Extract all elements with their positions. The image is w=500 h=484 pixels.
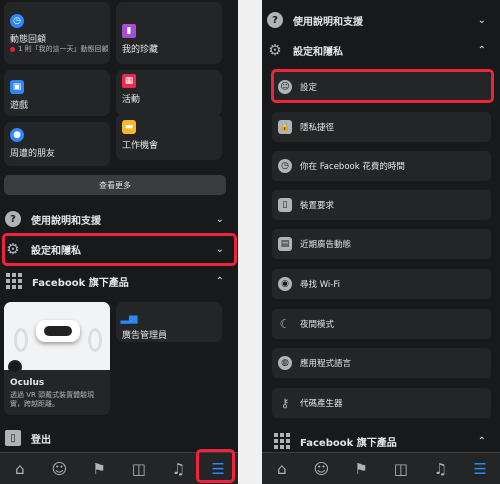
nearby-friends-icon: ● <box>10 128 24 142</box>
shortcut-sub: 1 則「我的這一天」動態回顧 <box>18 45 109 53</box>
shortcut-events[interactable]: ▦ 活動 <box>116 70 222 116</box>
help-support-row[interactable]: ? 使用說明和支援 ⌄ <box>0 205 238 233</box>
dark-mode-item[interactable]: ☾ 夜間模式 <box>272 309 491 339</box>
device-requests-item[interactable]: ▯ 裝置要求 <box>272 190 491 220</box>
logout-icon: ▯ <box>5 430 21 446</box>
gaming-icon[interactable]: ◫ <box>127 460 151 478</box>
highlight-box <box>196 449 235 483</box>
key-icon: ⚷ <box>280 396 290 410</box>
recent-ad-activity-item[interactable]: ▤ 近期廣告動態 <box>272 229 491 259</box>
highlight-box <box>271 69 494 103</box>
shortcut-nearby-friends[interactable]: ● 周遭的朋友 <box>4 122 110 166</box>
item-label: 裝置要求 <box>300 201 335 211</box>
grid-icon <box>6 273 22 289</box>
right-screen: ? 使用說明和支援 ⌄ ⚙ 設定和隱私 ⌃ ☺ 設定 🔒 隱私捷徑 ◷ 你在 F… <box>262 0 500 484</box>
help-support-row[interactable]: ? 使用說明和支援 ⌄ <box>262 6 500 34</box>
briefcase-icon: ▬ <box>122 120 136 134</box>
moon-icon: ☾ <box>279 317 291 331</box>
shortcut-label: 活動 <box>122 95 141 105</box>
shortcut-games[interactable]: ▣ 遊戲 <box>4 70 110 116</box>
grid-icon <box>274 433 290 449</box>
logout-label: 登出 <box>31 434 51 446</box>
ads-icon: ▤ <box>278 237 292 251</box>
item-label: 夜間模式 <box>300 320 335 330</box>
home-icon[interactable]: ⌂ <box>8 460 32 478</box>
chevron-down-icon: ⌄ <box>215 213 224 225</box>
gaming-icon[interactable]: ◫ <box>389 460 413 478</box>
item-label: 隱私捷徑 <box>300 123 335 133</box>
wifi-icon: ◉ <box>278 277 292 291</box>
code-generator-item[interactable]: ⚷ 代碼產生器 <box>272 388 491 418</box>
chevron-up-icon: ⌃ <box>477 435 486 447</box>
groups-icon[interactable]: ☺ <box>47 460 71 478</box>
bell-icon[interactable]: ♫ <box>428 460 452 478</box>
fb-products-label: Facebook 旗下產品 <box>32 277 129 289</box>
time-on-facebook-item[interactable]: ◷ 你在 Facebook 花費的時間 <box>272 151 491 181</box>
help-label: 使用說明和支援 <box>31 215 101 227</box>
settings-privacy-label: 設定和隱私 <box>293 46 343 58</box>
oculus-sub: 透過 VR 頭戴式裝置體驗現實，跨越距離。 <box>10 391 95 408</box>
oculus-image <box>4 302 110 370</box>
flag-icon[interactable]: ⚑ <box>349 460 373 478</box>
fb-products-label: Facebook 旗下產品 <box>300 437 397 449</box>
game-icon: ▣ <box>10 80 24 94</box>
menu-icon[interactable]: ☰ <box>468 460 492 478</box>
shortcut-memories[interactable]: ◷ 動態回顧 1 則「我的這一天」動態回顧 <box>4 2 110 64</box>
help-label: 使用說明和支援 <box>293 16 363 28</box>
oculus-title: Oculus <box>10 378 45 388</box>
privacy-shortcuts-item[interactable]: 🔒 隱私捷徑 <box>272 112 491 142</box>
shortcut-label: 遊戲 <box>10 101 29 111</box>
shortcut-saved[interactable]: ▮ 我的珍藏 <box>116 2 222 64</box>
shortcut-label: 周遭的朋友 <box>10 149 56 159</box>
shortcut-label: 我的珍藏 <box>122 45 159 55</box>
chevron-up-icon: ⌃ <box>477 44 486 56</box>
home-icon[interactable]: ⌂ <box>270 460 294 478</box>
oculus-logo <box>8 360 22 374</box>
item-label: 代碼產生器 <box>300 399 343 409</box>
fb-products-row[interactable]: Facebook 旗下產品 ⌃ <box>0 267 238 295</box>
shortcut-label: 工作機會 <box>122 141 159 151</box>
chevron-up-icon: ⌃ <box>215 275 224 287</box>
notification-dot <box>10 46 15 52</box>
item-label: 你在 Facebook 花費的時間 <box>300 162 405 172</box>
logout-row[interactable]: ▯ 登出 <box>0 424 238 452</box>
fb-products-row[interactable]: Facebook 旗下產品 ⌃ <box>262 427 500 455</box>
gear-icon: ⚙ <box>268 41 282 59</box>
divider <box>238 0 262 484</box>
highlight-box <box>2 233 237 266</box>
chevron-down-icon: ⌄ <box>477 14 486 26</box>
app-language-item[interactable]: ◍ 應用程式語言 <box>272 348 491 378</box>
question-icon: ? <box>5 211 21 227</box>
bottom-tab-bar: ⌂ ☺ ⚑ ◫ ♫ ☰ <box>262 452 500 484</box>
clock-icon: ◷ <box>10 14 24 28</box>
question-icon: ? <box>267 12 283 28</box>
clock-icon: ◷ <box>278 159 292 173</box>
item-label: 應用程式語言 <box>300 359 352 369</box>
bookmark-icon: ▮ <box>122 24 136 38</box>
shortcut-jobs[interactable]: ▬ 工作機會 <box>116 114 222 160</box>
lock-icon: 🔒 <box>278 120 292 134</box>
ads-manager-card[interactable]: ▂▅ 廣告管理員 <box>116 302 222 342</box>
flag-icon[interactable]: ⚑ <box>87 460 111 478</box>
left-screen: ◷ 動態回顧 1 則「我的這一天」動態回顧 ▮ 我的珍藏 ▣ 遊戲 ▦ 活動 ●… <box>0 0 238 484</box>
calendar-icon: ▦ <box>122 74 136 88</box>
see-more-button[interactable]: 查看更多 <box>4 175 226 195</box>
oculus-card[interactable]: Oculus 透過 VR 頭戴式裝置體驗現實，跨越距離。 <box>4 302 110 415</box>
ads-manager-label: 廣告管理員 <box>122 331 168 341</box>
item-label: 尋找 Wi-Fi <box>300 280 340 290</box>
find-wifi-item[interactable]: ◉ 尋找 Wi-Fi <box>272 269 491 299</box>
item-label: 近期廣告動態 <box>300 240 352 250</box>
bell-icon[interactable]: ♫ <box>166 460 190 478</box>
groups-icon[interactable]: ☺ <box>309 460 333 478</box>
device-icon: ▯ <box>278 198 292 212</box>
globe-icon: ◍ <box>278 356 292 370</box>
bar-chart-icon: ▂▅ <box>120 310 138 324</box>
settings-privacy-row[interactable]: ⚙ 設定和隱私 ⌃ <box>262 36 500 64</box>
